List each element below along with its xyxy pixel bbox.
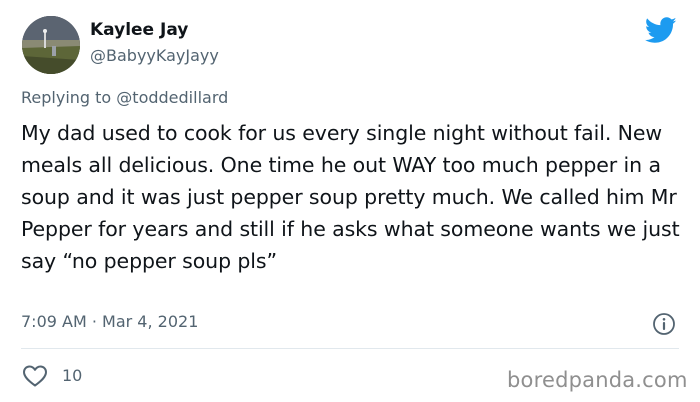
- info-icon[interactable]: [652, 312, 676, 336]
- avatar-image: [22, 16, 80, 74]
- avatar[interactable]: [22, 16, 80, 74]
- like-count: 10: [62, 366, 83, 385]
- tweet-card: Kaylee Jay @BabyyKayJayy Replying to @to…: [0, 0, 700, 402]
- watermark: boredpanda.com: [507, 368, 688, 392]
- reply-context: Replying to @toddedillard: [21, 88, 228, 107]
- divider: [21, 348, 679, 349]
- author-name[interactable]: Kaylee Jay: [90, 20, 188, 40]
- heart-icon[interactable]: [22, 364, 48, 388]
- author-handle[interactable]: @BabyyKayJayy: [90, 46, 219, 65]
- reply-mention-link[interactable]: @toddedillard: [116, 88, 228, 107]
- tweet-text: My dad used to cook for us every single …: [21, 121, 680, 273]
- tweet-timestamp[interactable]: 7:09 AM · Mar 4, 2021: [21, 312, 198, 331]
- reply-prefix: Replying to: [21, 88, 117, 107]
- twitter-bird-icon[interactable]: [644, 17, 677, 44]
